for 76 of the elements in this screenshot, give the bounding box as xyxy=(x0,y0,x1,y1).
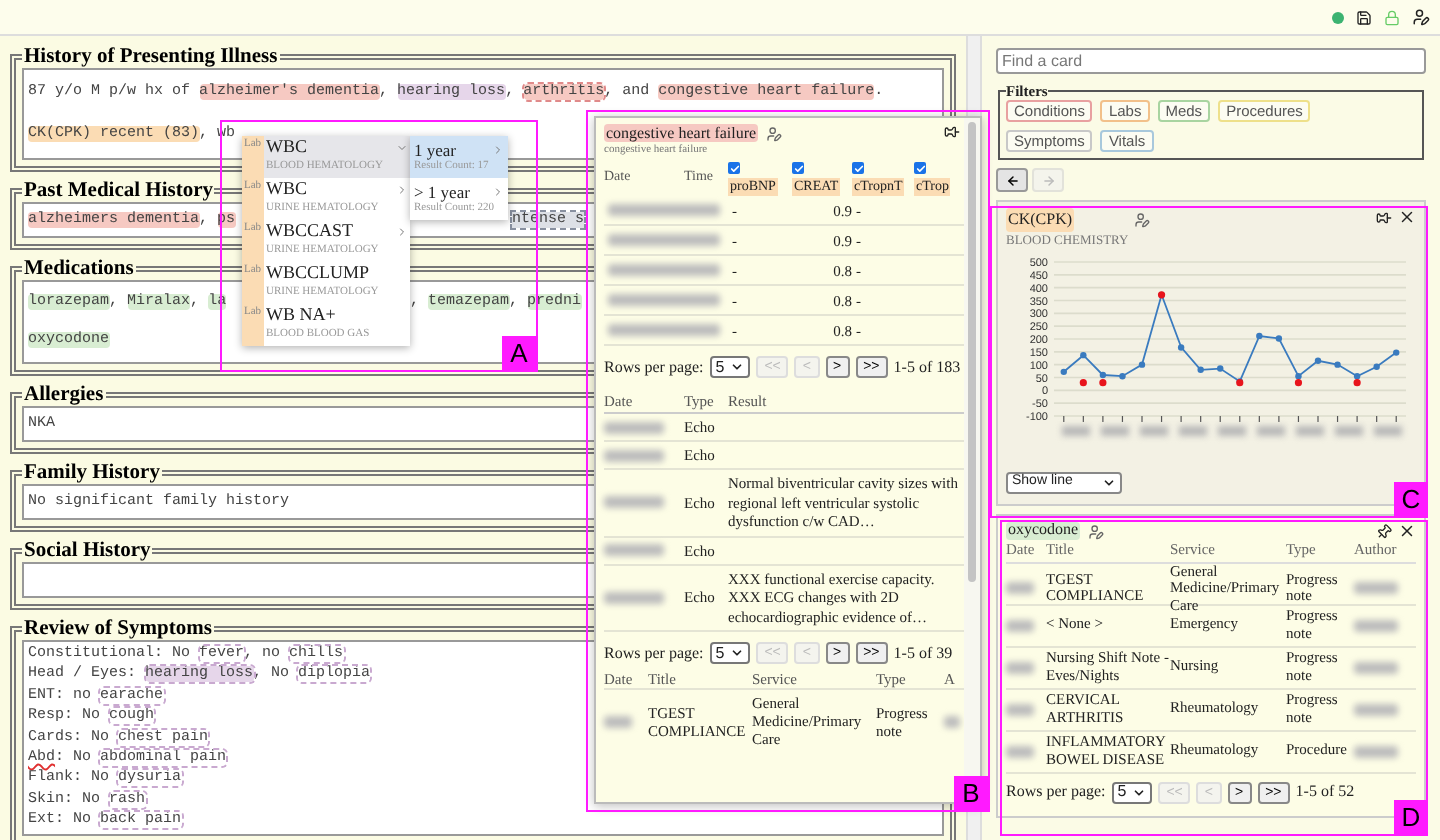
rows-select[interactable]: 5 xyxy=(709,355,751,377)
blurred-text xyxy=(604,715,632,727)
close-icon[interactable] xyxy=(1398,208,1416,226)
chevron-icon xyxy=(396,225,408,237)
blurred-text xyxy=(604,421,664,433)
item-name: WBCCAST xyxy=(266,220,354,242)
callout-label: B xyxy=(954,776,988,810)
close-icon[interactable] xyxy=(1398,522,1416,540)
blurred-text xyxy=(1354,745,1398,757)
rows-select[interactable]: 5 xyxy=(1111,782,1153,804)
pin-icon[interactable] xyxy=(944,124,960,140)
blurred-text xyxy=(1354,661,1398,673)
caret-icon xyxy=(730,359,745,373)
blurred-text xyxy=(608,234,720,246)
callout-label: A xyxy=(502,336,536,370)
search-field[interactable]: Find a card xyxy=(996,48,1426,74)
section-title: Family History xyxy=(22,462,162,484)
item-name: WBC xyxy=(266,136,308,158)
checkbox[interactable] xyxy=(852,162,864,174)
section-title: History of Presenting Illness xyxy=(22,46,280,68)
scrollbar[interactable] xyxy=(968,122,976,582)
checkbox[interactable] xyxy=(914,162,926,174)
pin-icon[interactable] xyxy=(1376,209,1392,225)
back-button[interactable] xyxy=(996,168,1028,192)
blurred-text xyxy=(608,204,720,216)
blurred-text xyxy=(1006,619,1034,631)
page-range: 1-5 of 52 xyxy=(1295,784,1355,802)
blurred-text xyxy=(1354,619,1398,631)
blurred-text xyxy=(1006,582,1034,595)
section-title: Review of Symptoms xyxy=(22,618,214,640)
blurred-text xyxy=(1006,745,1034,757)
blurred-text xyxy=(604,496,664,509)
blurred-text xyxy=(608,324,720,336)
section-title: Allergies xyxy=(22,384,106,406)
caret-icon xyxy=(1132,786,1147,800)
callout-label: C xyxy=(1394,482,1428,516)
chevron-icon xyxy=(492,144,504,156)
pin-icon[interactable] xyxy=(1372,519,1396,543)
concept-tag[interactable]: congestive heart failure xyxy=(604,124,759,142)
rows-select[interactable]: 5 xyxy=(709,641,751,663)
blurred-text xyxy=(1006,661,1034,673)
right-arrow-icon xyxy=(1041,173,1055,187)
user-edit-icon[interactable] xyxy=(1412,8,1430,26)
caret-icon xyxy=(730,645,745,659)
chevron-icon xyxy=(396,183,408,195)
checkbox[interactable] xyxy=(728,162,740,174)
save-icon[interactable] xyxy=(1356,9,1372,25)
item-name: WB NA+ xyxy=(266,304,336,326)
callout-label: D xyxy=(1394,800,1428,834)
item-name: WBCCLUMP xyxy=(266,262,370,284)
caret-icon xyxy=(1102,475,1116,490)
chevron-icon xyxy=(492,186,504,198)
item-name: 1 year xyxy=(414,140,457,160)
blurred-text xyxy=(1006,703,1034,715)
blurred-text xyxy=(604,544,664,556)
rows-per-page-label: Rows per page: xyxy=(1006,784,1106,802)
section-title: Social History xyxy=(22,540,153,562)
blurred-text xyxy=(1354,582,1398,595)
item-name: WBC xyxy=(266,178,308,200)
blurred-text xyxy=(1354,703,1398,715)
rows-per-page-label: Rows per page: xyxy=(604,357,704,375)
section-title: Medications xyxy=(22,258,136,280)
caret-icon xyxy=(396,141,408,153)
concept-tag[interactable]: oxycodone xyxy=(1006,522,1081,540)
page-range: 1-5 of 183 xyxy=(893,357,961,375)
rows-per-page-label: Rows per page: xyxy=(604,643,704,661)
item-name: > 1 year xyxy=(414,182,470,202)
blurred-text xyxy=(944,715,960,727)
section-title: Past Medical History xyxy=(22,180,215,202)
concept-tag[interactable]: CK(CPK) xyxy=(1006,208,1075,232)
blurred-text xyxy=(604,591,664,604)
blurred-text xyxy=(604,449,664,461)
blurred-text xyxy=(608,264,720,276)
blurred-text xyxy=(608,294,720,306)
checkbox[interactable] xyxy=(792,162,804,174)
left-arrow-icon xyxy=(1005,173,1019,187)
